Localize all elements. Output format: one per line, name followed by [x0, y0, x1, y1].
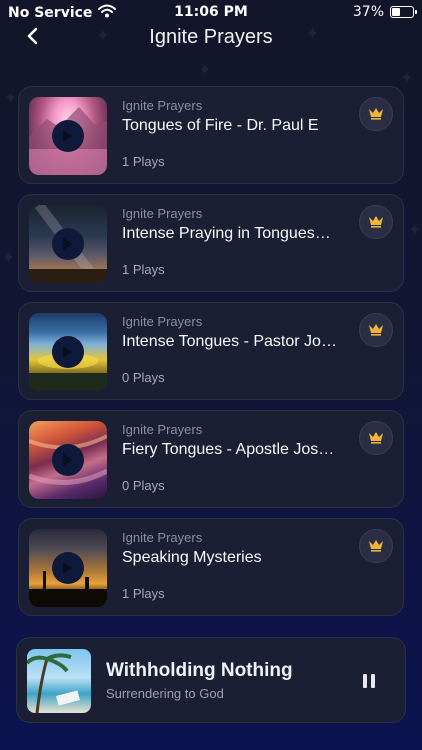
- track-title: Fiery Tongues - Apostle Jos…: [122, 441, 335, 458]
- play-button[interactable]: [52, 444, 84, 476]
- battery-percent: 37%: [352, 4, 384, 20]
- play-icon: [63, 130, 73, 142]
- crown-icon: [368, 429, 384, 448]
- play-icon: [63, 454, 73, 466]
- status-right: 37%: [352, 4, 417, 20]
- premium-button[interactable]: [359, 205, 393, 239]
- play-icon: [63, 562, 73, 574]
- now-playing-title: Withholding Nothing: [106, 660, 293, 681]
- premium-button[interactable]: [359, 313, 393, 347]
- status-bar: No Service 11:06 PM 37%: [0, 0, 422, 24]
- track-source: Ignite Prayers: [122, 530, 203, 545]
- premium-button[interactable]: [359, 421, 393, 455]
- pause-button[interactable]: [359, 671, 379, 691]
- now-playing-subtitle: Surrendering to God: [106, 686, 224, 701]
- track-artwork: [29, 97, 107, 175]
- play-button[interactable]: [52, 120, 84, 152]
- crown-icon: [368, 213, 384, 232]
- track-plays: 1 Plays: [122, 262, 165, 277]
- play-button[interactable]: [52, 336, 84, 368]
- track-title: Speaking Mysteries: [122, 549, 262, 566]
- track-card[interactable]: Ignite Prayers Intense Praying in Tongue…: [18, 194, 404, 292]
- track-title: Tongues of Fire - Dr. Paul E: [122, 117, 319, 134]
- track-source: Ignite Prayers: [122, 314, 203, 329]
- track-plays: 0 Plays: [122, 370, 165, 385]
- track-card[interactable]: Ignite Prayers Fiery Tongues - Apostle J…: [18, 410, 404, 508]
- track-plays: 1 Plays: [122, 586, 165, 601]
- track-artwork: [29, 205, 107, 283]
- crown-icon: [368, 321, 384, 340]
- nav-header: Ignite Prayers: [0, 22, 422, 54]
- track-plays: 1 Plays: [122, 154, 165, 169]
- track-artwork: [29, 529, 107, 607]
- track-source: Ignite Prayers: [122, 206, 203, 221]
- track-plays: 0 Plays: [122, 478, 165, 493]
- track-card[interactable]: Ignite Prayers Intense Tongues - Pastor …: [18, 302, 404, 400]
- pause-icon: [363, 674, 367, 688]
- play-icon: [63, 346, 73, 358]
- pause-icon-bar: [371, 674, 375, 688]
- premium-button[interactable]: [359, 97, 393, 131]
- play-button[interactable]: [52, 228, 84, 260]
- track-title: Intense Tongues - Pastor Jo…: [122, 333, 337, 350]
- track-card[interactable]: Ignite Prayers Speaking Mysteries 1 Play…: [18, 518, 404, 616]
- battery-icon: [390, 6, 417, 18]
- play-button[interactable]: [52, 552, 84, 584]
- play-icon: [63, 238, 73, 250]
- battery-fill: [392, 8, 401, 16]
- track-title: Intense Praying in Tongues…: [122, 225, 331, 242]
- crown-icon: [368, 105, 384, 124]
- track-source: Ignite Prayers: [122, 422, 203, 437]
- mini-player[interactable]: Withholding Nothing Surrendering to God: [16, 637, 406, 723]
- track-artwork: [29, 313, 107, 391]
- track-card[interactable]: Ignite Prayers Tongues of Fire - Dr. Pau…: [18, 86, 404, 184]
- track-artwork: [29, 421, 107, 499]
- crown-icon: [368, 537, 384, 556]
- premium-button[interactable]: [359, 529, 393, 563]
- page-title: Ignite Prayers: [149, 26, 273, 48]
- track-source: Ignite Prayers: [122, 98, 203, 113]
- now-playing-artwork: [27, 649, 91, 713]
